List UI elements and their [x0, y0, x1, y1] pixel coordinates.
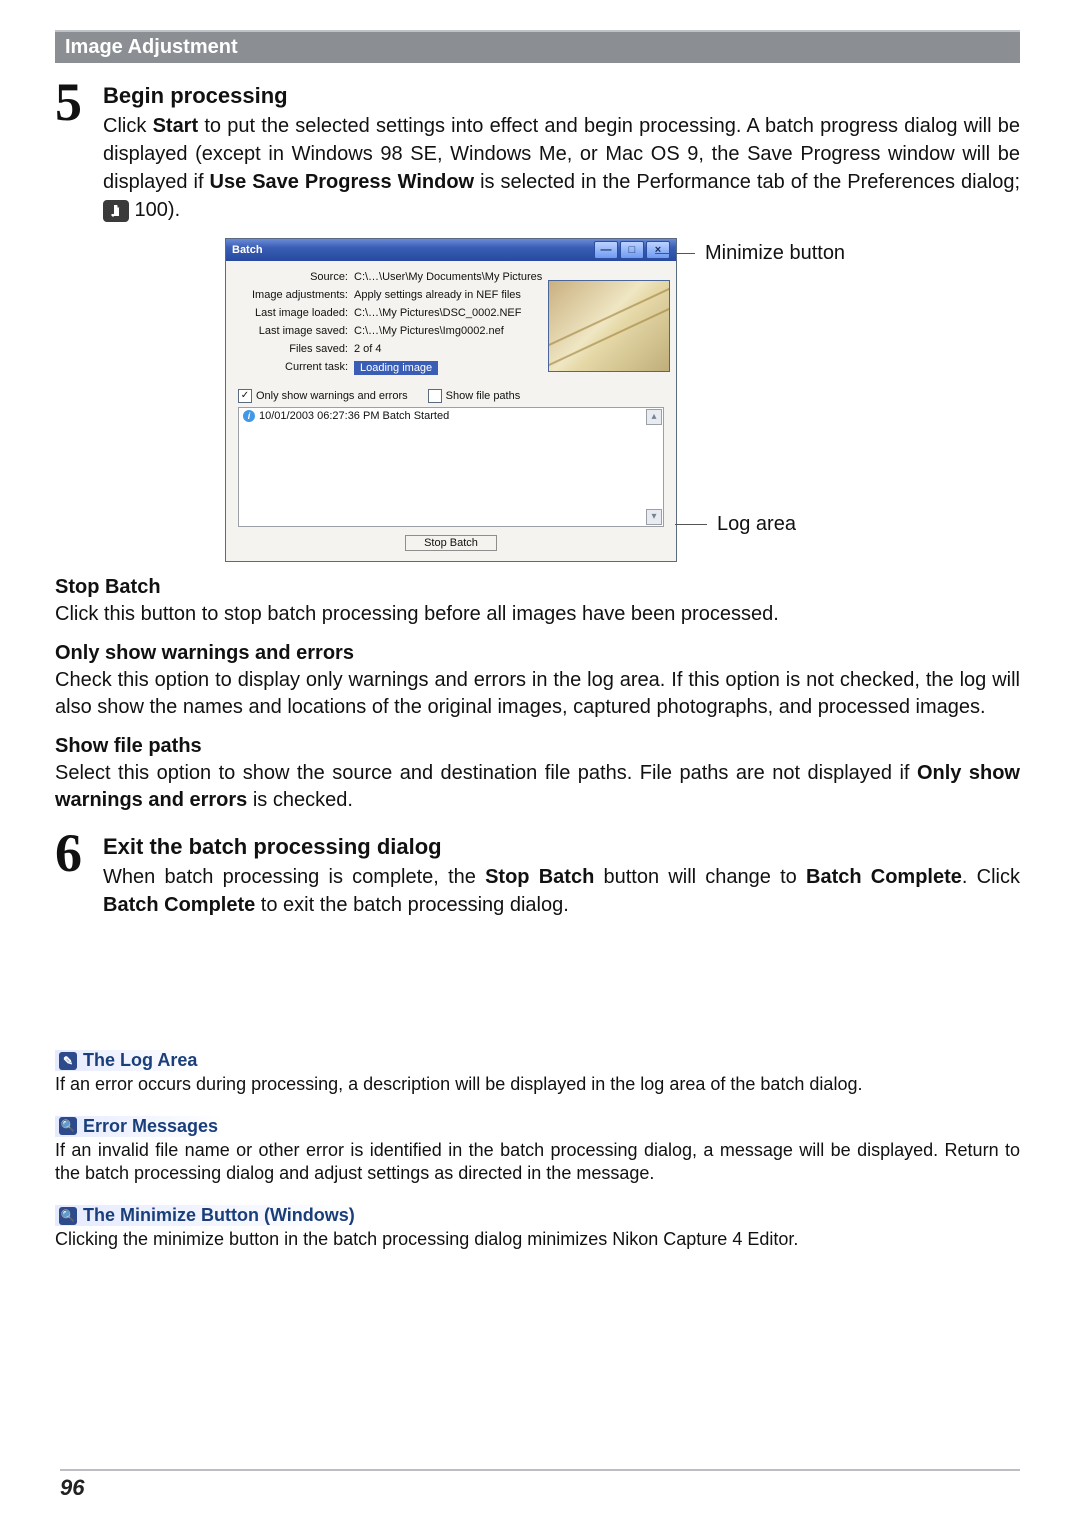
maximize-button[interactable]: □ [620, 241, 644, 259]
step-number: 5 [55, 81, 95, 224]
note-title: Error Messages [83, 1116, 218, 1137]
pencil-icon: ✎ [59, 1052, 77, 1070]
step-5: 5 Begin processing Click Start to put th… [55, 81, 1020, 224]
step-number: 6 [55, 832, 95, 919]
note-error-messages: 🔍 Error Messages If an invalid file name … [55, 1114, 1020, 1185]
note-minimize-button: 🔍 The Minimize Button (Windows) Clicking … [55, 1204, 1020, 1252]
label: Current task: [238, 361, 348, 375]
log-line: 10/01/2003 06:27:36 PM Batch Started [259, 410, 449, 422]
text-bold: Batch Complete [103, 894, 255, 916]
def-show-file-paths: Show file paths Select this option to sh… [55, 735, 1020, 814]
page-reference-icon [103, 200, 129, 222]
text-bold: Use Save Progress Window [210, 171, 475, 193]
def-body: Check this option to display only warnin… [55, 667, 1020, 721]
callout-minimize-button: Minimize button [705, 242, 845, 265]
def-title: Show file paths [55, 735, 1020, 758]
def-only-show-warnings: Only show warnings and errors Check this… [55, 642, 1020, 721]
current-task-badge: Loading image [354, 361, 438, 375]
step-title: Begin processing [103, 81, 1020, 112]
text: . Click [962, 866, 1020, 888]
text: 100). [129, 199, 180, 221]
note-title: The Minimize Button (Windows) [83, 1205, 355, 1226]
value: 2 of 4 [354, 343, 382, 355]
scroll-down-button[interactable] [646, 509, 662, 525]
magnifier-icon: 🔍 [59, 1117, 77, 1135]
def-title: Stop Batch [55, 576, 1020, 599]
def-body: Select this option to show the source an… [55, 760, 1020, 814]
show-file-paths-checkbox[interactable] [428, 389, 442, 403]
text: button will change to [594, 866, 806, 888]
label: Files saved: [238, 343, 348, 355]
section-header: Image Adjustment [55, 30, 1020, 63]
step-title: Exit the batch processing dialog [103, 832, 1020, 863]
text-bold: Start [153, 115, 199, 137]
label: Source: [238, 271, 348, 283]
scroll-up-button[interactable] [646, 409, 662, 425]
note-log-area: ✎ The Log Area If an error occurs during … [55, 1049, 1020, 1097]
text-bold: Stop Batch [485, 866, 594, 888]
value: C:\…\My Pictures\DSC_0002.NEF [354, 307, 522, 319]
magnifier-icon: 🔍 [59, 1207, 77, 1225]
label: Last image saved: [238, 325, 348, 337]
value: C:\…\User\My Documents\My Pictures [354, 271, 542, 283]
log-area: i 10/01/2003 06:27:36 PM Batch Started [238, 407, 664, 527]
checkbox-label: Show file paths [446, 390, 521, 402]
preview-thumbnail [548, 280, 670, 372]
def-body: Click this button to stop batch processi… [55, 601, 1020, 628]
checkbox-row: ✓ Only show warnings and errors Show fil… [238, 389, 664, 403]
step-6: 6 Exit the batch processing dialog When … [55, 832, 1020, 919]
note-body: If an error occurs during processing, a … [55, 1073, 1020, 1096]
text: When batch processing is complete, the [103, 866, 485, 888]
text: Click [103, 115, 153, 137]
batch-dialog-screenshot: Batch — □ × Source: C:\…\User\My Document… [225, 238, 945, 562]
def-title: Only show warnings and errors [55, 642, 1020, 665]
value: C:\…\My Pictures\Img0002.nef [354, 325, 504, 337]
note-title: The Log Area [83, 1050, 197, 1071]
text: to exit the batch processing dialog. [255, 894, 569, 916]
checkbox-label: Only show warnings and errors [256, 390, 408, 402]
minimize-button[interactable]: — [594, 241, 618, 259]
label: Image adjustments: [238, 289, 348, 301]
step-body: Exit the batch processing dialog When ba… [103, 832, 1020, 919]
value: Apply settings already in NEF files [354, 289, 521, 301]
step-body: Begin processing Click Start to put the … [103, 81, 1020, 224]
info-icon: i [243, 410, 255, 422]
note-body: If an invalid file name or other error i… [55, 1139, 1020, 1186]
text-bold: Batch Complete [806, 866, 962, 888]
batch-dialog-titlebar: Batch — □ × [226, 239, 676, 261]
note-body: Clicking the minimize button in the batc… [55, 1228, 1020, 1251]
dialog-title: Batch [232, 244, 263, 256]
def-stop-batch: Stop Batch Click this button to stop bat… [55, 576, 1020, 628]
page-rule [60, 1469, 1020, 1471]
label: Last image loaded: [238, 307, 348, 319]
stop-batch-button[interactable]: Stop Batch [405, 535, 497, 551]
page-number: 96 [60, 1475, 84, 1501]
only-show-warnings-checkbox[interactable]: ✓ [238, 389, 252, 403]
callout-log-area: Log area [717, 513, 796, 536]
text: is selected in the Performance tab of th… [474, 171, 1020, 193]
